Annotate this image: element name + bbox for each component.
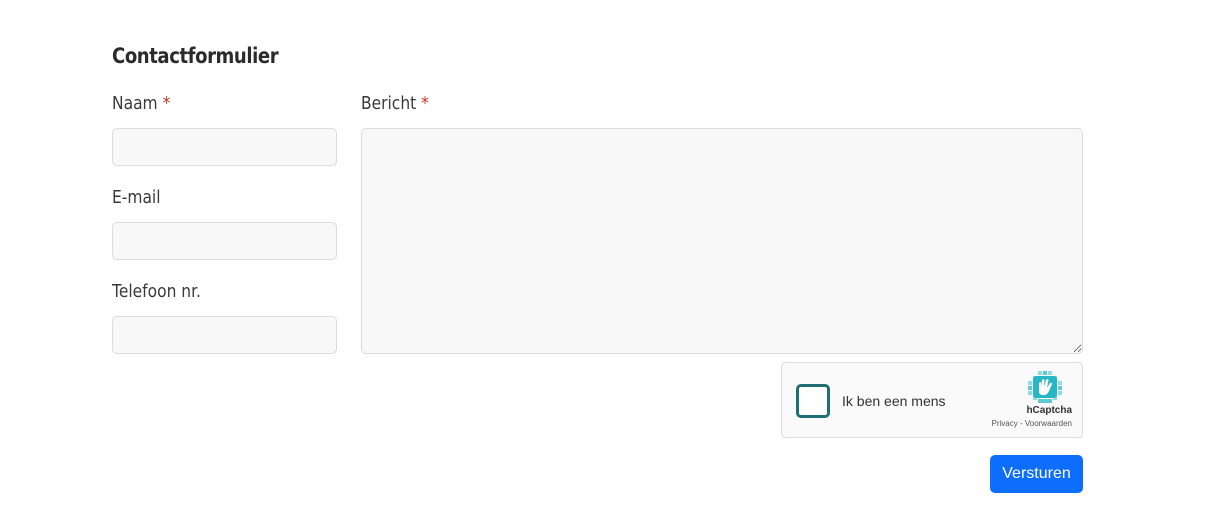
message-required-marker: * [421, 93, 429, 114]
name-label: Naam * [112, 93, 170, 114]
message-textarea[interactable] [361, 128, 1083, 354]
captcha-checkbox-label: Ik ben een mens [842, 393, 946, 409]
submit-button[interactable]: Versturen [990, 455, 1083, 493]
phone-label: Telefoon nr. [112, 281, 201, 302]
captcha-brand: hCaptcha [1026, 405, 1072, 416]
message-label: Bericht * [361, 93, 429, 114]
hcaptcha-logo-icon [1028, 371, 1062, 403]
captcha-checkbox[interactable] [796, 384, 830, 418]
email-input[interactable] [112, 222, 337, 260]
privacy-link[interactable]: Privacy [992, 419, 1018, 428]
form-title: Contactformulier [112, 44, 279, 68]
hcaptcha-widget: Ik ben een mens hCaptcha Privacy - Voorw… [781, 362, 1083, 438]
links-separator: - [1017, 419, 1025, 428]
phone-input[interactable] [112, 316, 337, 354]
name-input[interactable] [112, 128, 337, 166]
terms-link[interactable]: Voorwaarden [1025, 419, 1072, 428]
captcha-links: Privacy - Voorwaarden [992, 419, 1073, 428]
name-label-text: Naam [112, 93, 158, 114]
message-label-text: Bericht [361, 93, 417, 114]
name-required-marker: * [162, 93, 171, 114]
email-label: E-mail [112, 187, 161, 208]
